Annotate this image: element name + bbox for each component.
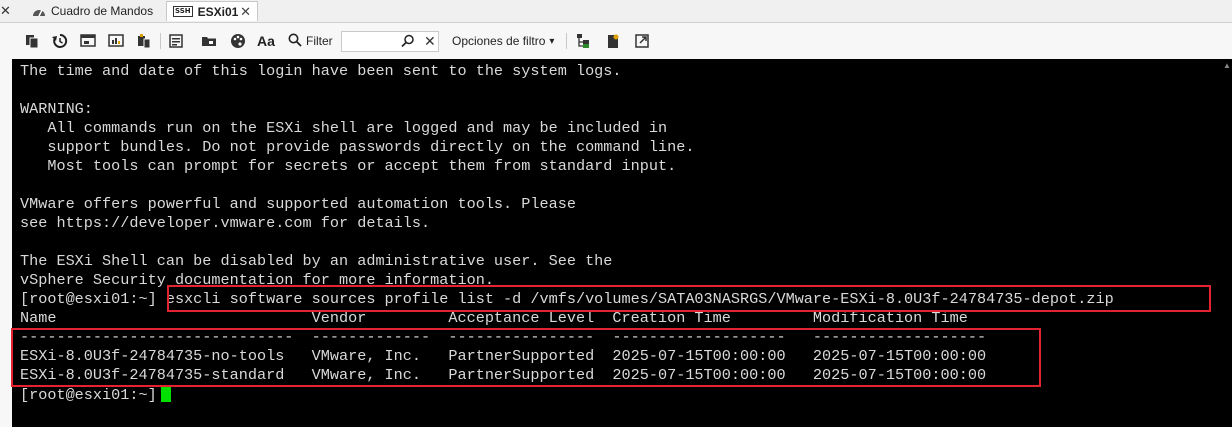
dashboard-icon	[32, 5, 46, 17]
command-highlight-box	[167, 285, 1211, 312]
tree-icon[interactable]	[573, 31, 593, 51]
export-icon[interactable]	[632, 31, 652, 51]
close-tab-icon[interactable]: ✕	[240, 4, 251, 20]
copy-icon[interactable]	[22, 31, 42, 51]
terminal-line: The time and date of this login have bee…	[20, 62, 622, 80]
tab-label: ESXi01	[197, 4, 239, 19]
filter-label: Filter	[306, 34, 333, 48]
toolbar: Aa Filter ✕ Opciones de filtro ▾	[0, 23, 1232, 59]
terminal-line: see https://developer.vmware.com for det…	[20, 214, 431, 232]
close-icon[interactable]: ✕	[0, 3, 11, 19]
terminal-line: VMware offers powerful and supported aut…	[20, 195, 576, 213]
scroll-up-icon[interactable]: ▲	[1222, 61, 1232, 71]
search-icon[interactable]	[401, 34, 415, 53]
paste-icon[interactable]	[134, 31, 154, 51]
results-highlight-box	[11, 328, 1041, 387]
terminal-cursor	[160, 385, 171, 402]
terminal-line: All commands run on the ESXi shell are l…	[20, 119, 668, 137]
tab-label: Cuadro de Mandos	[51, 4, 154, 18]
terminal-prompt: [root@esxi01:~]	[20, 386, 157, 404]
ssh-icon-text: SSH	[173, 6, 193, 17]
search-icon	[288, 33, 302, 50]
filter-button[interactable]: Filter	[288, 31, 333, 51]
terminal-line: Most tools can prompt for secrets or acc…	[20, 157, 677, 175]
terminal-line: WARNING:	[20, 100, 93, 118]
palette-icon[interactable]	[228, 31, 248, 51]
terminal-line: The ESXi Shell can be disabled by an adm…	[20, 252, 613, 270]
clear-icon[interactable]: ✕	[424, 32, 436, 50]
terminal[interactable]: ▲ The time and date of this login have b…	[0, 59, 1232, 427]
filter-input[interactable]	[344, 33, 400, 51]
tab-esxi01[interactable]: SSH ESXi01 ✕	[166, 1, 258, 21]
tab-dashboard[interactable]: Cuadro de Mandos	[26, 1, 162, 21]
terminal-line: support bundles. Do not provide password…	[20, 138, 695, 156]
svg-text:Aa: Aa	[257, 33, 275, 49]
tab-strip: ✕ Cuadro de Mandos SSH ESXi01 ✕	[0, 0, 1232, 23]
filter-field: ✕	[341, 31, 439, 52]
monitor-icon[interactable]	[106, 31, 126, 51]
terminal-prompt-line: [root@esxi01:~]	[20, 385, 1114, 404]
terminal-settings-icon[interactable]	[78, 31, 98, 51]
script-icon[interactable]	[603, 31, 623, 51]
font-icon[interactable]: Aa	[256, 31, 276, 51]
reconnect-icon[interactable]	[50, 31, 70, 51]
ssh-icon: SSH	[173, 6, 193, 17]
filter-options-label: Opciones de filtro	[452, 34, 546, 48]
folder-transfer-icon[interactable]	[199, 31, 219, 51]
filter-options-dropdown[interactable]: Opciones de filtro ▾	[452, 31, 554, 51]
document-icon[interactable]	[166, 31, 186, 51]
chevron-down-icon: ▾	[549, 35, 555, 47]
